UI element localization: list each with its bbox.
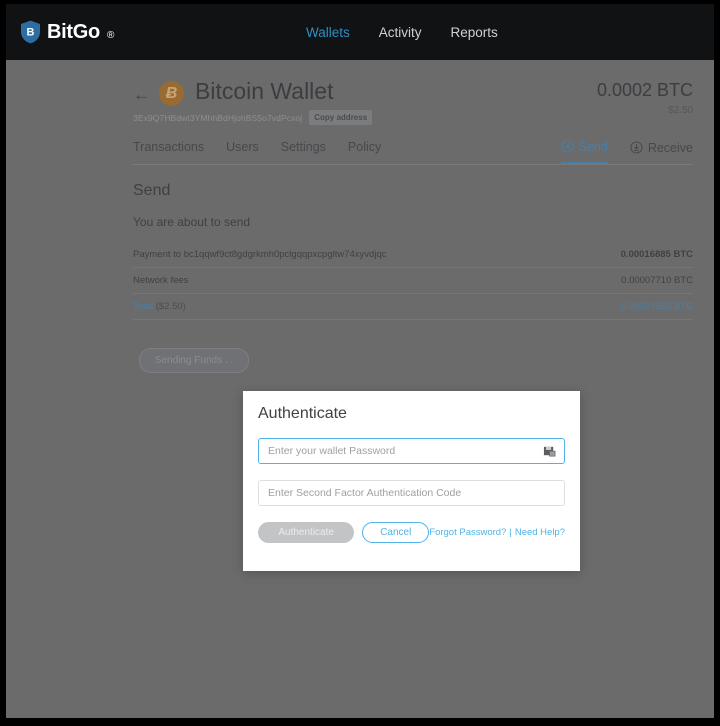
brand-registered-mark: ® [106,29,115,41]
page-content: ← Ƀ Bitcoin Wallet 0.0002 BTC $2.50 3Ex9… [6,60,714,718]
tfa-field-wrapper [258,480,565,506]
modal-backdrop: Authenticate Authenticate [6,60,714,718]
brand-name: BitGo [47,21,100,43]
bitgo-logo[interactable]: B BitGo ® [20,20,114,44]
cancel-button[interactable]: Cancel [362,522,430,543]
need-help-link[interactable]: Need Help? [515,527,565,538]
app-window: B BitGo ® Wallets Activity Reports ← Ƀ B… [6,4,714,718]
authenticate-modal: Authenticate Authenticate [243,391,580,571]
authenticate-button[interactable]: Authenticate [258,522,355,543]
svg-text:B: B [27,27,35,39]
nav-link-activity[interactable]: Activity [379,25,422,40]
save-password-icon[interactable] [543,445,556,458]
modal-actions: Authenticate Cancel Forgot Password? | N… [258,522,565,543]
password-field-wrapper [258,438,565,464]
top-navigation-bar: B BitGo ® Wallets Activity Reports [6,4,714,60]
bitgo-shield-icon: B [20,20,41,44]
main-nav-links: Wallets Activity Reports [306,4,498,60]
nav-link-reports[interactable]: Reports [451,25,498,40]
link-separator: | [509,527,512,538]
modal-title: Authenticate [258,405,347,422]
wallet-password-input[interactable] [259,445,543,457]
forgot-password-link[interactable]: Forgot Password? [429,527,506,538]
nav-link-wallets[interactable]: Wallets [306,25,350,40]
modal-help-links: Forgot Password? | Need Help? [429,527,565,538]
second-factor-code-input[interactable] [259,487,564,499]
